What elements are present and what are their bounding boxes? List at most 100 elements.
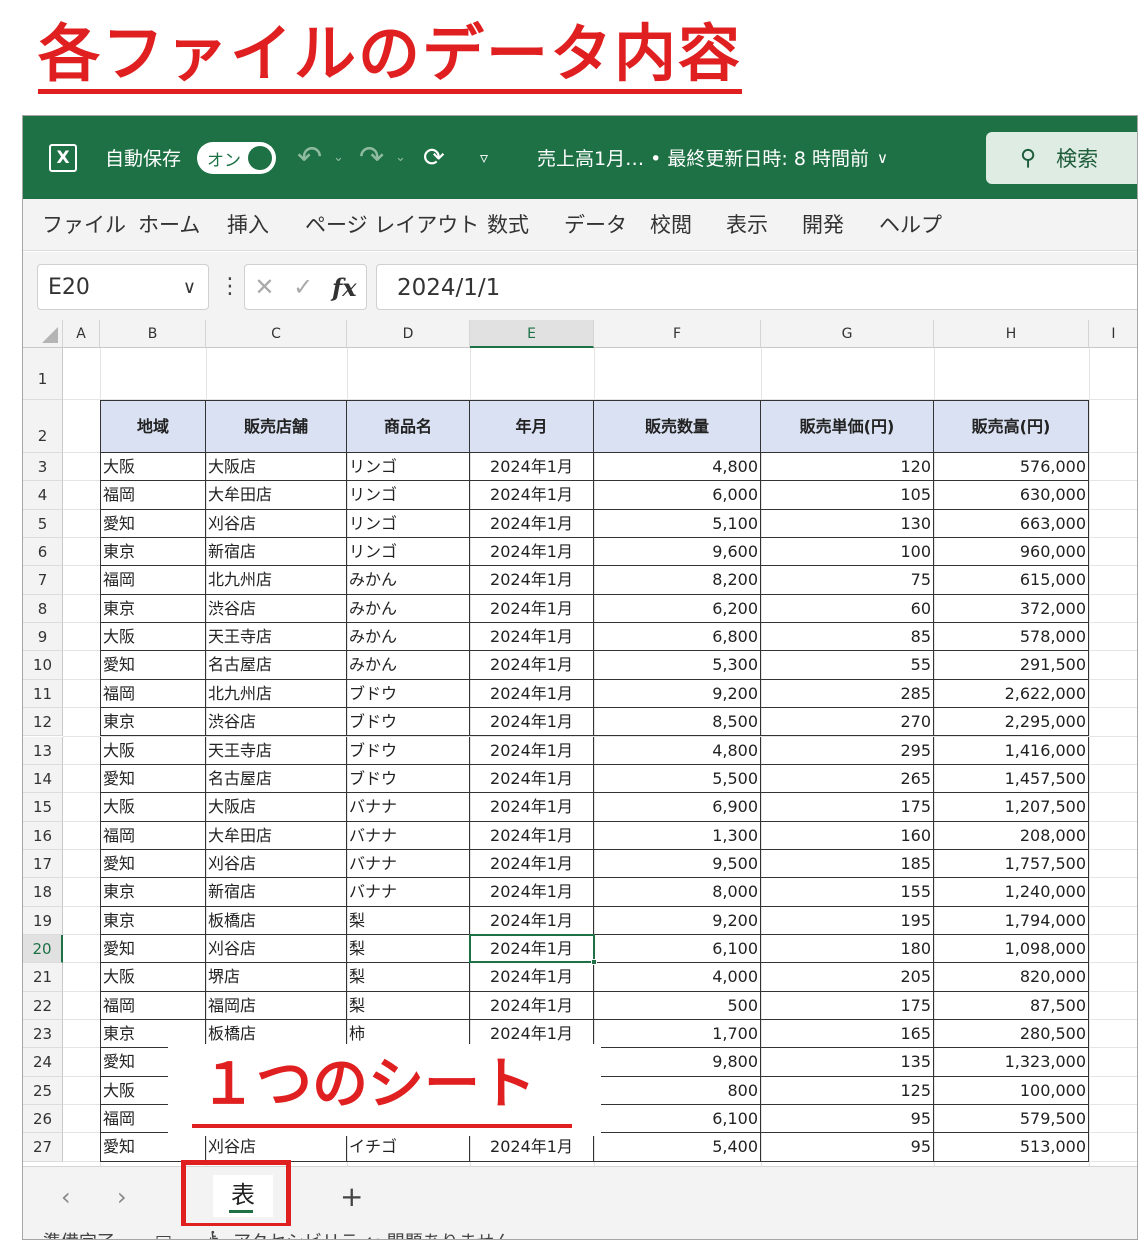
cell-store[interactable]: 北九州店	[206, 566, 347, 595]
cell-unit-price[interactable]: 160	[761, 821, 934, 850]
cell-unit-price[interactable]: 175	[761, 793, 934, 822]
cell-quantity[interactable]: 800	[594, 1076, 761, 1106]
cell-sales[interactable]: 513,000	[934, 1133, 1089, 1162]
cell-product[interactable]: みかん	[347, 566, 470, 595]
cell-sales[interactable]: 291,500	[934, 651, 1089, 680]
cell-store[interactable]: 大阪店	[206, 793, 347, 822]
cell-sales[interactable]: 1,457,500	[934, 764, 1089, 794]
cell-quantity[interactable]: 8,500	[594, 708, 761, 737]
cell-region[interactable]: 東京	[100, 594, 206, 624]
cell-sales[interactable]: 615,000	[934, 566, 1089, 595]
cell-product[interactable]: 梨	[347, 906, 470, 935]
more-icon[interactable]: ⋮	[219, 264, 241, 310]
row-header-1[interactable]: 1	[23, 348, 63, 400]
cell-region[interactable]: 福岡	[100, 566, 206, 595]
status-accessibility[interactable]: アクセシビリティ: 問題ありません	[233, 1228, 512, 1239]
cell-sales[interactable]: 820,000	[934, 963, 1089, 992]
cell-month[interactable]: 2024年1月	[470, 594, 594, 624]
menu-insert[interactable]: 挿入	[227, 199, 269, 251]
autosave-toggle[interactable]: オン	[197, 142, 276, 174]
cell-quantity[interactable]: 4,800	[594, 736, 761, 765]
cell-sales[interactable]: 372,000	[934, 594, 1089, 624]
cell-sales[interactable]: 578,000	[934, 623, 1089, 652]
menu-home[interactable]: ホーム	[138, 199, 200, 251]
cell-month[interactable]: 2024年1月	[470, 934, 594, 964]
cell-sales[interactable]: 1,794,000	[934, 906, 1089, 935]
cell-month[interactable]: 2024年1月	[470, 736, 594, 765]
cell-quantity[interactable]: 9,600	[594, 538, 761, 567]
cell-sales[interactable]: 663,000	[934, 509, 1089, 539]
cell-month[interactable]: 2024年1月	[470, 708, 594, 737]
cell-sales[interactable]: 87,500	[934, 991, 1089, 1020]
row-header-11[interactable]: 11	[23, 679, 63, 709]
cell-product[interactable]: ブドウ	[347, 764, 470, 794]
insert-function-icon[interactable]: fx	[332, 273, 357, 302]
menu-page-layout[interactable]: ページ レイアウト	[305, 199, 479, 251]
cell-sales[interactable]: 1,416,000	[934, 736, 1089, 765]
cell-month[interactable]: 2024年1月	[470, 679, 594, 709]
cell-product[interactable]: 梨	[347, 963, 470, 992]
cell-region[interactable]: 大阪	[100, 963, 206, 992]
redo-icon[interactable]: ↷	[359, 116, 384, 199]
cell-month[interactable]: 2024年1月	[470, 821, 594, 850]
menu-developer[interactable]: 開発	[802, 199, 844, 251]
add-sheet-icon[interactable]: +	[340, 1167, 363, 1227]
undo-icon[interactable]: ↶	[297, 116, 322, 199]
cell-product[interactable]: 梨	[347, 934, 470, 964]
row-header-12[interactable]: 12	[23, 708, 63, 737]
cell-store[interactable]: 刈谷店	[206, 934, 347, 964]
cell-quantity[interactable]: 6,100	[594, 1105, 761, 1134]
cell-product[interactable]: リンゴ	[347, 538, 470, 567]
cell-unit-price[interactable]: 60	[761, 594, 934, 624]
cell-region[interactable]: 愛知	[100, 651, 206, 680]
cell-unit-price[interactable]: 100	[761, 538, 934, 567]
row-header-2[interactable]: 2	[23, 400, 63, 453]
cell-unit-price[interactable]: 135	[761, 1048, 934, 1077]
column-header-e[interactable]: E	[470, 320, 594, 348]
cell-unit-price[interactable]: 55	[761, 651, 934, 680]
row-header-15[interactable]: 15	[23, 793, 63, 822]
cell-unit-price[interactable]: 125	[761, 1076, 934, 1106]
cell-quantity[interactable]: 6,100	[594, 934, 761, 964]
row-header-14[interactable]: 14	[23, 764, 63, 794]
cell-unit-price[interactable]: 105	[761, 481, 934, 510]
cell-month[interactable]: 2024年1月	[470, 509, 594, 539]
save-refresh-icon[interactable]: ⟳	[423, 116, 445, 199]
cell-unit-price[interactable]: 85	[761, 623, 934, 652]
cell-product[interactable]: イチゴ	[347, 1133, 470, 1162]
cell-sales[interactable]: 1,323,000	[934, 1048, 1089, 1077]
chevron-right-icon[interactable]: ›	[117, 1167, 127, 1227]
cell-store[interactable]: 北九州店	[206, 679, 347, 709]
check-icon[interactable]: ✓	[293, 273, 313, 301]
cell-unit-price[interactable]: 95	[761, 1133, 934, 1162]
row-header-23[interactable]: 23	[23, 1020, 63, 1049]
display-settings-icon[interactable]: ▭	[155, 1228, 172, 1239]
cell-quantity[interactable]: 500	[594, 991, 761, 1020]
column-header-h[interactable]: H	[934, 320, 1089, 348]
cell-unit-price[interactable]: 155	[761, 878, 934, 907]
cell-quantity[interactable]: 1,300	[594, 821, 761, 850]
cell-quantity[interactable]: 6,900	[594, 793, 761, 822]
file-title[interactable]: 売上高1月… • 最終更新日時: 8 時間前 ∨	[537, 116, 888, 199]
row-header-26[interactable]: 26	[23, 1105, 63, 1134]
cell-product[interactable]: バナナ	[347, 878, 470, 907]
cell-product[interactable]: みかん	[347, 594, 470, 624]
cell-quantity[interactable]: 6,200	[594, 594, 761, 624]
header-unit-price[interactable]: 販売単価(円)	[761, 400, 934, 453]
cell-store[interactable]: 大阪店	[206, 453, 347, 482]
cell-unit-price[interactable]: 120	[761, 453, 934, 482]
column-header-f[interactable]: F	[594, 320, 761, 348]
header-region[interactable]: 地域	[100, 400, 206, 453]
row-header-7[interactable]: 7	[23, 566, 63, 595]
spreadsheet-grid[interactable]: A B C D E F G H I 1 2 3 4 5 6 7 8 9 10 11 12 13 14 15 16 17 18 19 20…	[23, 320, 1137, 1166]
cell-quantity[interactable]: 5,400	[594, 1133, 761, 1162]
header-quantity[interactable]: 販売数量	[594, 400, 761, 453]
cell-store[interactable]: 新宿店	[206, 538, 347, 567]
cell-unit-price[interactable]: 285	[761, 679, 934, 709]
cell-sales[interactable]: 2,295,000	[934, 708, 1089, 737]
cell-sales[interactable]: 1,757,500	[934, 849, 1089, 879]
row-header-8[interactable]: 8	[23, 594, 63, 624]
cell-store[interactable]: 福岡店	[206, 991, 347, 1020]
cell-region[interactable]: 大阪	[100, 453, 206, 482]
cell-store[interactable]: 名古屋店	[206, 764, 347, 794]
